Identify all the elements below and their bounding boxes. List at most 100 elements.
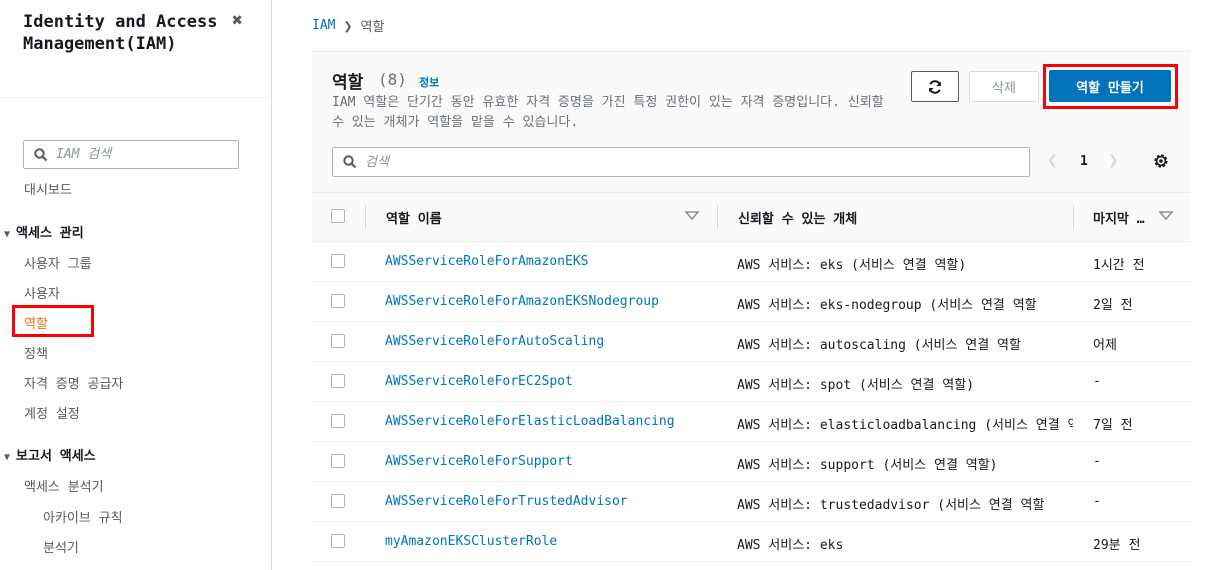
chevron-left-icon[interactable]: ❮ (1047, 150, 1058, 171)
sort-down-icon[interactable] (685, 211, 699, 221)
sidebar-divider (0, 97, 271, 98)
page-description: IAM 역할은 단기간 동안 유효한 자격 증명을 가진 특정 권한이 있는 자… (332, 95, 884, 130)
column-divider (717, 205, 718, 229)
breadcrumb: IAM ❯ 역할 (312, 16, 385, 36)
row-checkbox[interactable] (331, 374, 345, 388)
last-activity-cell: 29분 전 (1093, 538, 1141, 553)
column-header-trusted-entity[interactable]: 신뢰할 수 있는 개체 (738, 208, 857, 227)
trusted-entity-cell: AWS 서비스: support (서비스 연결 역할) (737, 454, 1073, 473)
service-linked-role-label[interactable]: 서비스 연결 역할 (992, 418, 1073, 433)
last-activity-cell: 1시간 전 (1093, 258, 1145, 273)
last-activity-cell: 2일 전 (1093, 298, 1133, 313)
row-checkbox[interactable] (331, 454, 345, 468)
sidebar-item-account-settings[interactable]: 계정 설정 (24, 403, 80, 422)
role-name-link[interactable]: AWSServiceRoleForEC2Spot (385, 374, 573, 389)
row-checkbox[interactable] (331, 494, 345, 508)
sidebar-search-input[interactable] (56, 147, 226, 162)
trusted-entity-text: AWS 서비스: eks-nodegroup ( (737, 298, 938, 313)
info-link[interactable]: 정보 (419, 74, 439, 90)
service-linked-role-label[interactable]: 서비스 연결 역할 (921, 338, 1021, 353)
search-icon (343, 155, 357, 169)
role-name-link[interactable]: AWSServiceRoleForAmazonEKSNodegroup (385, 294, 659, 309)
section-label: 액세스 관리 (16, 226, 84, 241)
sidebar-item-access-analyzer[interactable]: 액세스 분석기 (24, 476, 104, 495)
pagination-current-page[interactable]: 1 (1080, 154, 1088, 169)
row-divider (312, 521, 1191, 522)
role-name-link[interactable]: AWSServiceRoleForAmazonEKS (385, 254, 589, 269)
search-icon (34, 147, 48, 161)
row-divider (312, 401, 1191, 402)
sidebar: Identity and Access Management(IAM) ✖ 대시… (0, 0, 272, 570)
sidebar-section-access-management[interactable]: ▼ 액세스 관리 (4, 222, 84, 241)
refresh-icon (929, 79, 941, 94)
trusted-entity-text: AWS 서비스: support ( (737, 458, 891, 473)
row-checkbox[interactable] (331, 414, 345, 428)
trusted-entity-cell: AWS 서비스: autoscaling (서비스 연결 역할 (737, 334, 1073, 353)
sidebar-item-user-groups[interactable]: 사용자 그룹 (24, 253, 92, 272)
sort-down-icon[interactable] (1159, 211, 1173, 221)
breadcrumb-current: 역할 (360, 20, 385, 35)
create-role-button[interactable]: 역할 만들기 (1049, 70, 1171, 102)
sidebar-section-report-access[interactable]: ▼ 보고서 액세스 (4, 445, 96, 464)
trusted-entity-text: AWS 서비스: eks ( (737, 258, 859, 273)
column-header-last-activity[interactable]: 마지막 … (1093, 208, 1145, 227)
service-linked-role-label[interactable]: 서비스 연결 역할 (937, 298, 1037, 313)
column-divider (365, 205, 366, 229)
trusted-entity-suffix: ) (989, 458, 998, 473)
row-checkbox[interactable] (331, 534, 345, 548)
row-divider (312, 561, 1191, 562)
trusted-entity-cell: AWS 서비스: eks (서비스 연결 역할) (737, 254, 1073, 273)
sidebar-item-identity-providers[interactable]: 자격 증명 공급자 (24, 373, 123, 392)
row-divider (312, 361, 1191, 362)
column-header-role-name[interactable]: 역할 이름 (386, 208, 442, 227)
delete-button[interactable]: 삭제 (969, 71, 1039, 102)
sidebar-item-roles[interactable]: 역할 (24, 313, 48, 332)
last-activity-cell: - (1093, 494, 1101, 509)
role-name-link[interactable]: AWSServiceRoleForSupport (385, 454, 573, 469)
service-linked-role-label[interactable]: 서비스 연결 역할 (890, 458, 990, 473)
last-activity-cell: 어제 (1093, 338, 1117, 353)
roles-count: (8) (378, 70, 407, 89)
chevron-right-icon[interactable]: ❯ (1108, 150, 1119, 171)
last-activity-cell: - (1093, 374, 1101, 389)
caret-down-icon: ▼ (4, 229, 11, 240)
sidebar-item-dashboard[interactable]: 대시보드 (24, 179, 72, 198)
trusted-entity-text: AWS 서비스: autoscaling ( (737, 338, 922, 353)
breadcrumb-iam-link[interactable]: IAM (312, 18, 335, 33)
service-linked-role-label[interactable]: 서비스 연결 역할 (858, 258, 959, 273)
refresh-button[interactable] (911, 71, 959, 102)
caret-down-icon: ▼ (4, 452, 11, 463)
page-title: 역할 (332, 73, 364, 93)
trusted-entity-cell: AWS 서비스: spot (서비스 연결 역할) (737, 374, 1073, 393)
role-name-link[interactable]: AWSServiceRoleForTrustedAdvisor (385, 494, 628, 509)
close-icon[interactable]: ✖ (232, 10, 243, 31)
role-name-link[interactable]: AWSServiceRoleForAutoScaling (385, 334, 604, 349)
row-checkbox[interactable] (331, 294, 345, 308)
trusted-entity-cell: AWS 서비스: elasticloadbalancing (서비스 연결 역할 (737, 414, 1073, 433)
row-checkbox[interactable] (331, 254, 345, 268)
row-divider (312, 321, 1191, 322)
row-checkbox[interactable] (331, 334, 345, 348)
trusted-entity-cell: AWS 서비스: trustedadvisor (서비스 연결 역할 (737, 494, 1073, 513)
service-linked-role-label[interactable]: 서비스 연결 역할 (866, 378, 967, 393)
sidebar-search-box (23, 140, 239, 169)
gear-icon[interactable] (1152, 152, 1170, 170)
role-name-link[interactable]: myAmazonEKSClusterRole (385, 534, 557, 549)
chevron-right-icon: ❯ (343, 16, 353, 35)
sidebar-item-analyzers[interactable]: 분석기 (43, 537, 79, 556)
trusted-entity-cell: AWS 서비스: eks-nodegroup (서비스 연결 역할 (737, 294, 1073, 313)
sidebar-title: Identity and Access Management(IAM) (23, 12, 218, 54)
roles-search-box (332, 147, 1030, 177)
last-activity-cell: - (1093, 454, 1101, 469)
role-name-link[interactable]: AWSServiceRoleForElasticLoadBalancing (385, 414, 675, 429)
sidebar-item-archive-rules[interactable]: 아카이브 규칙 (43, 507, 123, 526)
select-all-checkbox[interactable] (331, 209, 345, 223)
row-divider (312, 441, 1191, 442)
section-label: 보고서 액세스 (16, 449, 96, 464)
sidebar-item-policies[interactable]: 정책 (24, 343, 48, 362)
row-divider (312, 481, 1191, 482)
sidebar-item-users[interactable]: 사용자 (24, 283, 60, 302)
trusted-entity-text: AWS 서비스: trustedadvisor ( (737, 498, 946, 513)
service-linked-role-label[interactable]: 서비스 연결 역할 (945, 498, 1045, 513)
roles-search-input[interactable] (365, 154, 1005, 170)
